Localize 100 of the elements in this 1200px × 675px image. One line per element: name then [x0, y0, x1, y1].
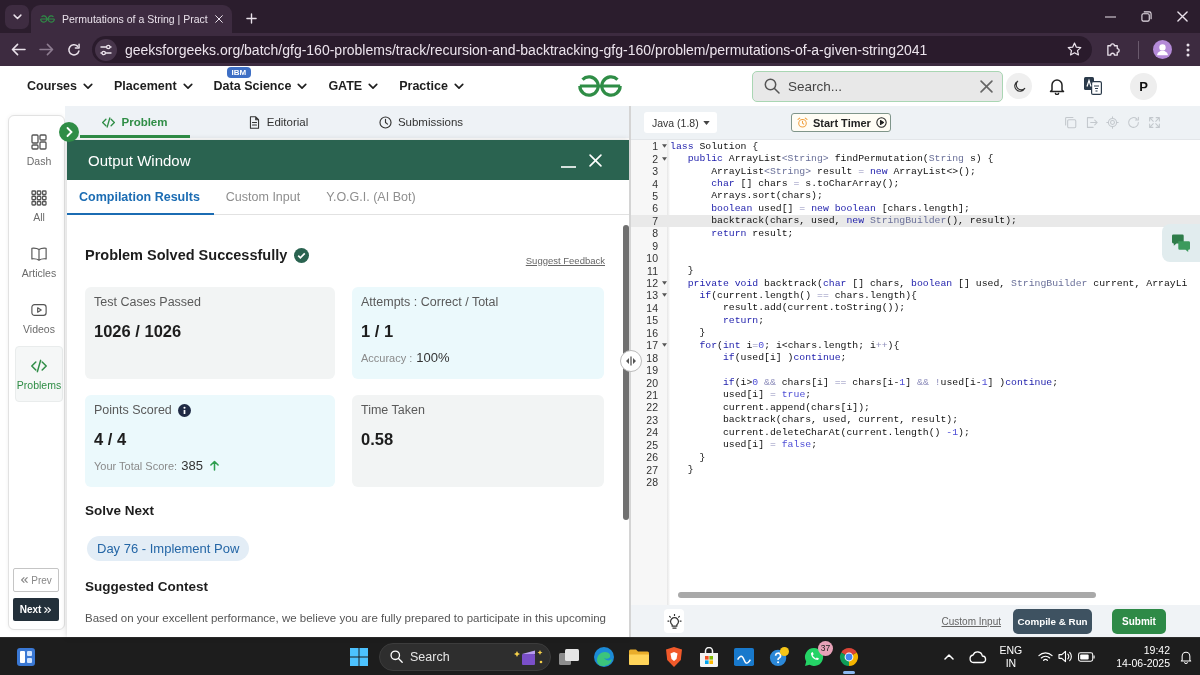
plus-icon[interactable]: [245, 13, 257, 24]
line-number: 26: [645, 451, 658, 464]
wifi-icon[interactable]: [1038, 650, 1054, 663]
output-tab[interactable]: Compilation Results: [67, 180, 214, 215]
scrollbar[interactable]: [623, 225, 629, 520]
compile-run-button[interactable]: Compile & Run: [1013, 608, 1092, 634]
sidebar-item[interactable]: Dash: [15, 122, 63, 178]
star-icon[interactable]: [1067, 42, 1082, 57]
stat-label: Test Cases Passed: [94, 295, 201, 309]
info-icon[interactable]: [177, 403, 191, 417]
minimize-icon[interactable]: [1105, 15, 1116, 18]
tune-icon[interactable]: [95, 38, 117, 61]
fold-arrow-icon[interactable]: [661, 144, 667, 149]
fold-arrow-icon[interactable]: [661, 281, 667, 286]
shield-icon[interactable]: [664, 646, 684, 667]
fold-arrow-icon[interactable]: [661, 293, 667, 298]
next-button[interactable]: Next: [13, 598, 59, 621]
line-number: 17: [645, 339, 658, 352]
nav-menu[interactable]: GATE: [328, 79, 379, 93]
translate-icon[interactable]: [1084, 77, 1102, 95]
nav-menu[interactable]: Practice: [399, 79, 464, 93]
reload-icon[interactable]: [67, 42, 81, 57]
grid-icon: [31, 189, 47, 206]
submit-button[interactable]: Submit: [1112, 608, 1166, 634]
code-line: lass Solution {: [670, 140, 759, 152]
speaker-icon[interactable]: [1058, 650, 1074, 663]
window-title: Output Window: [88, 151, 191, 169]
input-language[interactable]: ENG: [999, 643, 1023, 657]
sidebar-item[interactable]: Videos: [15, 290, 63, 346]
tile-icon[interactable]: [734, 646, 754, 667]
problem-tab[interactable]: Editorial: [223, 106, 333, 138]
dashboard-icon: [31, 133, 47, 150]
bell-icon[interactable]: [1180, 649, 1192, 664]
code-line: current.append(chars[i]);: [722, 401, 870, 413]
code-line: char [] chars = s.toCharArray();: [711, 178, 900, 190]
chevron-down-icon: [368, 82, 379, 90]
search-box[interactable]: Search...: [752, 70, 1003, 102]
ring-icon[interactable]: [839, 646, 859, 667]
profile-avatar[interactable]: P: [1130, 72, 1157, 100]
task-view-icon[interactable]: [559, 646, 579, 667]
shopping-bag-icon[interactable]: [699, 646, 719, 667]
battery-icon[interactable]: [1078, 651, 1096, 662]
scrollbar[interactable]: [678, 592, 1096, 598]
line-number: 1: [651, 140, 658, 153]
stat-value: 1 / 1: [361, 321, 395, 341]
contest-description: Based on your excellent performance, we believe you are fully prepared to participate in this upcoming: [85, 611, 605, 626]
sidebar-item[interactable]: All: [15, 178, 63, 234]
video-icon: [31, 301, 47, 318]
search-input[interactable]: Search...: [788, 78, 972, 94]
code-line: boolean used[] = new boolean [chars.length];: [711, 202, 970, 214]
puzzle-icon[interactable]: [1106, 42, 1121, 57]
swirl-icon[interactable]: [594, 646, 614, 667]
clock-time[interactable]: 19:42: [1143, 643, 1170, 657]
language-select[interactable]: Java (1.8): [644, 112, 717, 133]
sidebar-item[interactable]: Articles: [15, 234, 63, 290]
code-line: }: [687, 265, 694, 277]
chevron-right-icon[interactable]: [59, 122, 79, 142]
line-number: 23: [645, 413, 658, 426]
chevron-up-icon[interactable]: [943, 653, 954, 660]
forward-arrow-icon[interactable]: [39, 43, 54, 56]
problem-tab[interactable]: Submissions: [366, 106, 476, 138]
help-icon[interactable]: [769, 646, 789, 667]
section-heading: Suggested Contest: [85, 578, 209, 596]
resize-handle-icon[interactable]: [620, 350, 642, 372]
logo-icon[interactable]: [577, 75, 623, 97]
taskbar-search-box[interactable]: Search: [379, 642, 551, 671]
browser-tab[interactable]: Permutations of a String | Pract: [31, 5, 232, 33]
profile-avatar-icon[interactable]: [1153, 40, 1172, 59]
code-icon: [31, 357, 47, 374]
nav-menu[interactable]: Placement: [114, 79, 193, 93]
bell-icon[interactable]: [1049, 77, 1065, 95]
stat-value: 1026 / 1026: [94, 321, 183, 341]
code-line: }: [699, 451, 706, 463]
hint-button[interactable]: [664, 609, 684, 633]
clock-date[interactable]: 14-06-2025: [1116, 656, 1170, 670]
tab-list-button[interactable]: [5, 4, 29, 29]
code-editor[interactable]: [631, 140, 1200, 605]
windows-logo-icon[interactable]: [350, 647, 368, 666]
widgets-icon[interactable]: [17, 647, 35, 666]
taskbar-search-input[interactable]: Search: [410, 649, 500, 664]
custom-input-link[interactable]: Custom Input: [941, 615, 1001, 627]
nav-menu[interactable]: Courses: [27, 79, 94, 93]
feedback-link[interactable]: Suggest Feedback: [525, 254, 605, 266]
address-bar[interactable]: geeksforgeeks.org/batch/gfg-160-problems/track/recursion-and-backtracking-gfg-160/problem/permutations-of-a-given-string2041: [92, 36, 1092, 63]
start-timer-button[interactable]: Start Timer: [791, 113, 891, 132]
cloud-icon[interactable]: [968, 649, 987, 664]
fold-arrow-icon[interactable]: [661, 343, 667, 348]
chat-button[interactable]: [1162, 224, 1200, 262]
fold-arrow-icon[interactable]: [661, 156, 667, 161]
restore-icon[interactable]: [1141, 11, 1152, 22]
next-problem-link[interactable]: Day 76 - Implement Pow: [87, 536, 250, 561]
nav-menu[interactable]: Data Science: [213, 79, 308, 93]
sidebar-item[interactable]: Problems: [15, 346, 63, 402]
back-arrow-icon[interactable]: [11, 43, 26, 56]
input-region[interactable]: IN: [1005, 656, 1017, 670]
prev-button[interactable]: Prev: [13, 568, 59, 592]
line-number: 18: [645, 351, 658, 364]
kebab-menu-icon[interactable]: [1186, 42, 1190, 57]
theme-toggle-button[interactable]: [1006, 73, 1032, 99]
line-number: 25: [645, 438, 658, 451]
